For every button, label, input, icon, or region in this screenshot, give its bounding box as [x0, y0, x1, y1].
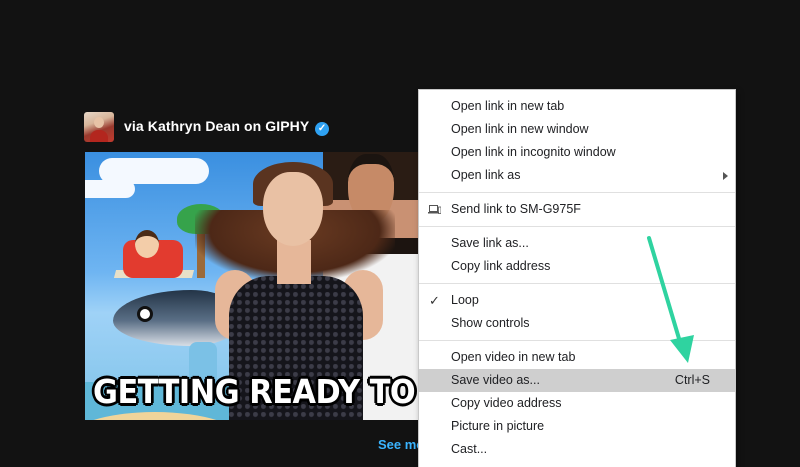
context-menu: Open link in new tab Open link in new win…	[418, 89, 736, 467]
menu-item-open-link-in-new-tab[interactable]: Open link in new tab	[419, 95, 735, 118]
menu-item-label: Picture in picture	[451, 419, 545, 433]
avatar[interactable]	[84, 112, 114, 142]
device-icon	[428, 205, 441, 214]
menu-item-label: Show controls	[451, 316, 530, 330]
menu-item-send-link-to-sm-g975f[interactable]: Send link to SM-G975F	[419, 198, 735, 221]
chevron-right-icon	[723, 172, 728, 180]
menu-item-label: Open link in new tab	[451, 99, 565, 113]
menu-item-save-video-as[interactable]: Save video as... Ctrl+S	[419, 369, 735, 392]
menu-item-save-link-as[interactable]: Save link as...	[419, 232, 735, 255]
menu-item-label: Loop	[451, 293, 479, 307]
menu-item-label: Open video in new tab	[451, 350, 576, 364]
giphy-attribution[interactable]: via Kathryn Dean on GIPHY ✓	[84, 111, 330, 143]
menu-separator	[419, 192, 735, 193]
menu-item-label: Open link in new window	[451, 122, 589, 136]
menu-item-show-controls[interactable]: Show controls	[419, 312, 735, 335]
check-icon: ✓	[429, 293, 440, 308]
menu-item-copy-video-address[interactable]: Copy video address	[419, 392, 735, 415]
menu-separator	[419, 226, 735, 227]
menu-item-label: Save video as...	[451, 373, 540, 387]
attribution-label[interactable]: via Kathryn Dean on GIPHY	[124, 118, 309, 134]
attribution-text[interactable]: via Kathryn Dean on GIPHY ✓	[124, 118, 330, 136]
menu-item-label: Copy link address	[451, 259, 551, 273]
verified-badge-icon: ✓	[315, 122, 330, 136]
menu-item-open-link-in-new-window[interactable]: Open link in new window	[419, 118, 735, 141]
menu-item-label: Send link to SM-G975F	[451, 202, 581, 216]
menu-item-label: Open link in incognito window	[451, 145, 616, 159]
menu-item-copy-link-address[interactable]: Copy link address	[419, 255, 735, 278]
woman-face-shape	[263, 172, 323, 246]
menu-item-label: Save link as...	[451, 236, 529, 250]
menu-item-open-link-as[interactable]: Open link as	[419, 164, 735, 187]
menu-item-shortcut: Ctrl+S	[674, 373, 710, 387]
villager-head-shape	[135, 230, 159, 258]
fish-eye-shape	[137, 306, 153, 322]
gif-caption: GETTING READY TO GO M	[93, 372, 418, 411]
cloud-shape	[85, 180, 135, 198]
menu-item-open-link-in-incognito-window[interactable]: Open link in incognito window	[419, 141, 735, 164]
menu-item-label: Cast...	[451, 442, 488, 456]
neck-shape	[277, 240, 311, 284]
gif-video[interactable]: GETTING READY TO GO M	[85, 152, 418, 420]
menu-item-open-video-in-new-tab[interactable]: Open video in new tab	[419, 346, 735, 369]
menu-item-cast[interactable]: Cast...	[419, 438, 735, 461]
menu-separator	[419, 283, 735, 284]
menu-item-loop[interactable]: ✓ Loop	[419, 289, 735, 312]
menu-item-label: Copy video address	[451, 396, 562, 410]
menu-item-label: Open link as	[451, 168, 521, 182]
menu-separator	[419, 340, 735, 341]
menu-item-picture-in-picture[interactable]: Picture in picture	[419, 415, 735, 438]
page: via Kathryn Dean on GIPHY ✓ GETTING READ…	[0, 0, 800, 467]
